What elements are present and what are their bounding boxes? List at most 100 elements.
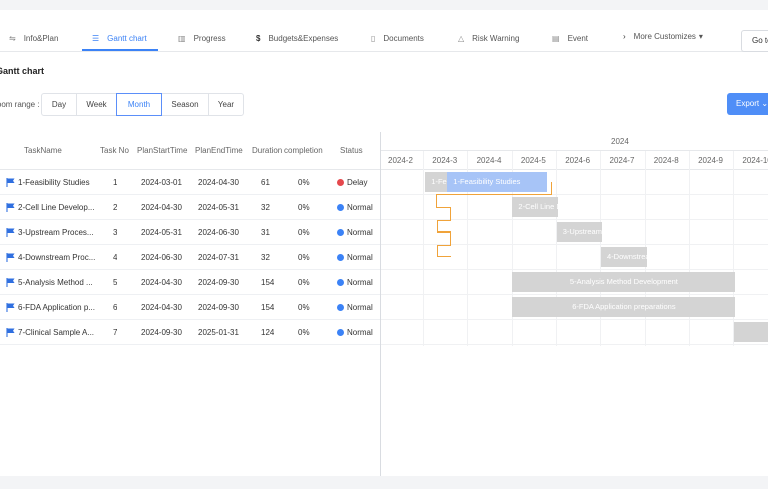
plan-start: 2024-03-01 (141, 178, 182, 187)
col-plan-end[interactable]: PlanEndTime (195, 146, 243, 155)
dollar-icon: $ (256, 33, 261, 43)
tab-more-customizes[interactable]: › More Customizes ▾ (623, 24, 703, 48)
tab-info-plan[interactable]: ⇋ Info&Plan (9, 26, 58, 50)
completion: 0% (298, 178, 310, 187)
gantt-month-header: 2024-2 2024-3 2024-4 2024-5 2024-6 2024-7 2024… (381, 151, 768, 170)
gantt-panel: ⇋ Info&Plan ☰ Gantt chart ▥ Progress $ Budge… (0, 10, 768, 476)
dependency-link (437, 207, 451, 221)
gantt-bar[interactable]: 3-Upstream (556, 222, 603, 242)
dependency-link (437, 232, 451, 246)
dependency-link (436, 194, 437, 208)
tab-gantt-chart[interactable]: ☰ Gantt chart (92, 26, 147, 50)
duration: 154 (261, 303, 275, 312)
duration: 31 (261, 228, 270, 237)
plan-end: 2024-07-31 (198, 253, 239, 262)
col-plan-start[interactable]: PlanStartTime (137, 146, 187, 155)
gantt-month-label: 2024-8 (653, 156, 679, 165)
go-to-button[interactable]: Go to (741, 30, 768, 52)
completion: 0% (298, 253, 310, 262)
status-text: Normal (347, 278, 373, 287)
duration: 154 (261, 278, 275, 287)
task-no: 7 (113, 328, 118, 337)
tab-progress[interactable]: ▥ Progress (178, 26, 226, 50)
gantt-bar[interactable]: 5-Analysis Method Development (512, 272, 736, 292)
chevron-right-icon: › (623, 31, 626, 41)
zoom-year-button[interactable]: Year (208, 93, 244, 116)
col-completion[interactable]: completion (284, 146, 323, 155)
table-row[interactable]: 4-Downstream Proc... 4 2024-06-30 2024-07-3… (0, 245, 380, 270)
task-no: 1 (113, 178, 118, 187)
table-row[interactable]: 6-FDA Application p... 6 2024-04-30 2024-09… (0, 295, 380, 320)
tab-budgets-expenses[interactable]: $ Budgets&Expenses (256, 26, 338, 50)
task-name[interactable]: 3-Upstream Proces... (18, 228, 98, 237)
gantt-bar[interactable]: 4-Downstream (601, 247, 647, 267)
plan-start: 2024-06-30 (141, 253, 182, 262)
plan-start: 2024-04-30 (141, 303, 182, 312)
status-dot (337, 304, 344, 311)
task-no: 5 (113, 278, 118, 287)
gantt-month-label: 2024-6 (565, 156, 591, 165)
plan-end: 2024-09-30 (198, 278, 239, 287)
table-header: TaskName Task No PlanStartTime PlanEndTi… (0, 132, 380, 170)
table-row[interactable]: 7-Clinical Sample A... 7 2024-09-30 2025-01… (0, 320, 380, 345)
tab-risk-warning[interactable]: △ Risk Warning (458, 26, 519, 50)
dependency-link (437, 257, 438, 261)
calendar-icon: ▤ (552, 33, 560, 43)
flag-icon (6, 253, 15, 262)
col-task-name[interactable]: TaskName (24, 146, 62, 155)
flag-icon (6, 178, 15, 187)
plan-start: 2024-09-30 (141, 328, 182, 337)
page-title: Gantt chart (0, 66, 45, 76)
completion: 0% (298, 203, 310, 212)
table-row[interactable]: 2-Cell Line Develop... 2 2024-04-30 2024-05… (0, 195, 380, 220)
chevron-down-icon: ▾ (698, 31, 703, 41)
active-tab-indicator (82, 49, 158, 51)
export-button[interactable]: Export ⌄ (727, 93, 768, 115)
task-no: 4 (113, 253, 118, 262)
col-task-no[interactable]: Task No (100, 146, 129, 155)
tab-documents[interactable]: ▯ Documents (371, 26, 424, 50)
task-name[interactable]: 7-Clinical Sample A... (18, 328, 98, 337)
zoom-month-button[interactable]: Month (116, 93, 162, 116)
status-dot (337, 254, 344, 261)
task-name[interactable]: 5-Analysis Method ... (18, 278, 98, 287)
plan-end: 2024-09-30 (198, 303, 239, 312)
flag-icon (6, 328, 15, 337)
status-dot (337, 229, 344, 236)
task-name[interactable]: 6-FDA Application p... (18, 303, 98, 312)
col-duration[interactable]: Duration (252, 146, 282, 155)
status-dot (337, 329, 344, 336)
gantt-month-label: 2024-10 (742, 156, 768, 165)
task-no: 2 (113, 203, 118, 212)
gantt-bar[interactable]: 2-Cell Line D (512, 197, 559, 217)
table-row[interactable]: 5-Analysis Method ... 5 2024-04-30 2024-09-… (0, 270, 380, 295)
gantt-bar[interactable] (733, 322, 768, 342)
document-icon: ▯ (371, 33, 376, 43)
status-dot (337, 279, 344, 286)
status-text: Normal (347, 203, 373, 212)
flag-icon (6, 228, 15, 237)
gantt-bar[interactable]: 6-FDA Application preparations (512, 297, 736, 317)
tab-event[interactable]: ▤ Event (552, 26, 588, 50)
table-row[interactable]: 1-Feasibility Studies 1 2024-03-01 2024-04-… (0, 170, 380, 195)
zoom-day-button[interactable]: Day (41, 93, 77, 116)
col-status[interactable]: Status (340, 146, 363, 155)
zoom-season-button[interactable]: Season (161, 93, 209, 116)
task-name[interactable]: 2-Cell Line Develop... (18, 203, 98, 212)
duration: 124 (261, 328, 275, 337)
plan-end: 2024-04-30 (198, 178, 239, 187)
table-row[interactable]: 3-Upstream Proces... 3 2024-05-31 2024-06-3… (0, 220, 380, 245)
task-name[interactable]: 1-Feasibility Studies (18, 178, 98, 187)
completion: 0% (298, 228, 310, 237)
flag-icon (6, 303, 15, 312)
dependency-link (437, 220, 451, 232)
plan-start: 2024-04-30 (141, 278, 182, 287)
flag-icon (6, 278, 15, 287)
completion: 0% (298, 278, 310, 287)
plan-end: 2024-06-30 (198, 228, 239, 237)
gantt-month-label: 2024-9 (698, 156, 724, 165)
task-name[interactable]: 4-Downstream Proc... (18, 253, 98, 262)
plan-start: 2024-05-31 (141, 228, 182, 237)
zoom-week-button[interactable]: Week (76, 93, 117, 116)
bar-chart-icon: ▥ (178, 33, 186, 43)
